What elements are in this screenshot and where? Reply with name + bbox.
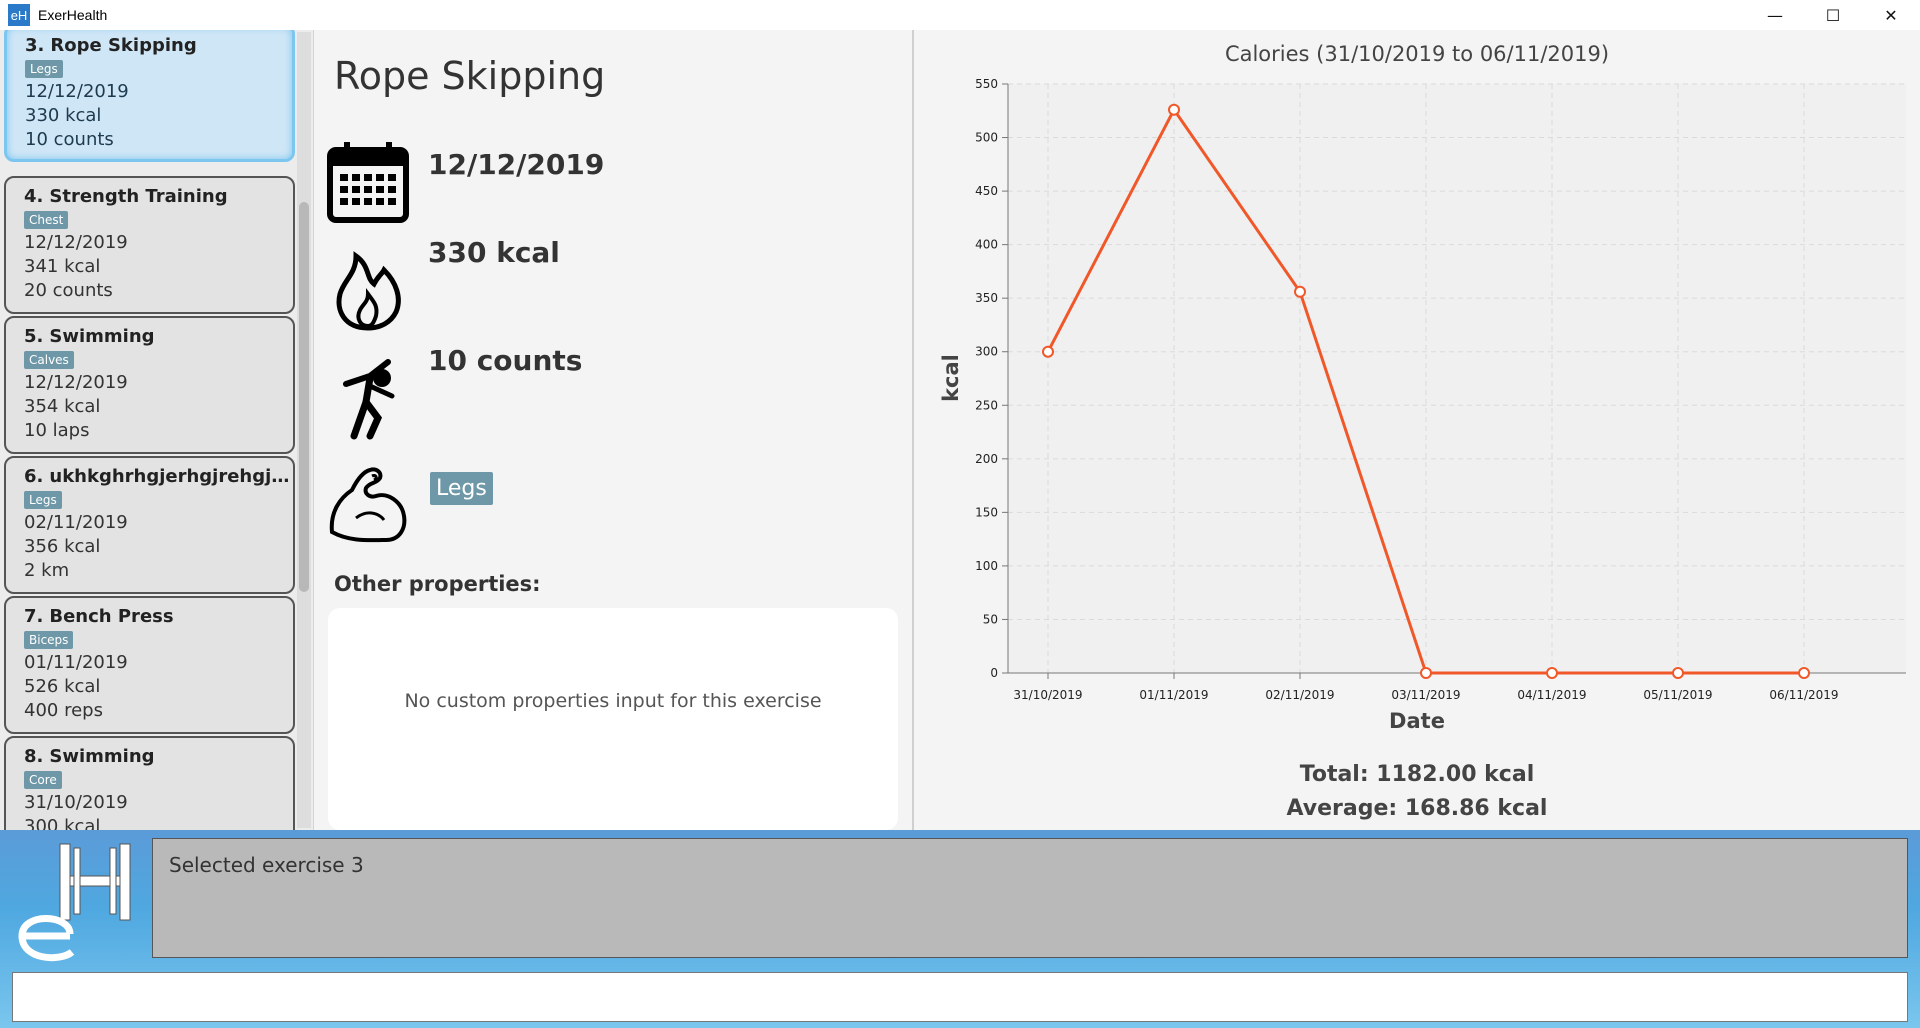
exercise-quantity: 2 km [24, 560, 70, 581]
x-tick-label: 05/11/2019 [1643, 688, 1712, 702]
x-tick-label: 03/11/2019 [1391, 688, 1460, 702]
list-scrollbar[interactable] [297, 32, 311, 828]
exercise-title: 7. Bench Press [24, 606, 174, 627]
exercise-title: 5. Swimming [24, 326, 155, 347]
y-tick-label: 100 [975, 559, 998, 573]
y-tick-label: 0 [990, 666, 998, 680]
exercise-date: 02/11/2019 [24, 512, 128, 533]
y-tick-label: 350 [975, 291, 998, 305]
detail-calories: 330 kcal [428, 236, 560, 269]
maximize-button[interactable]: ☐ [1804, 0, 1862, 30]
minimize-button[interactable]: — [1746, 0, 1804, 30]
y-tick-label: 50 [983, 612, 998, 626]
y-tick-label: 450 [975, 184, 998, 198]
data-point [1420, 667, 1432, 679]
exercise-quantity: 20 counts [24, 280, 113, 301]
muscle-tag: Calves [24, 351, 74, 369]
exercise-list[interactable]: 3. Rope Skipping Legs 12/12/2019 330 kcal… [0, 30, 314, 830]
x-tick-label: 04/11/2019 [1517, 688, 1586, 702]
app-icon: eH [8, 4, 30, 26]
exercise-card-6[interactable]: 6. ukhkghrhgjerhgjrehgjrh... Legs 02/11/2… [4, 456, 295, 594]
exercise-card-7[interactable]: 7. Bench Press Biceps 01/11/2019 526 kcal… [4, 596, 295, 734]
muscle-tag: Biceps [24, 631, 74, 649]
close-button[interactable]: ✕ [1862, 0, 1920, 30]
calories-line-chart: 0 50 100 150 200 250 300 350 400 450 500 550 31/10/2… [939, 42, 1906, 733]
x-tick-label: 01/11/2019 [1139, 688, 1208, 702]
command-area: Selected exercise 3 [0, 830, 1920, 1028]
y-tick-label: 400 [975, 238, 998, 252]
other-properties-box: No custom properties input for this exer… [328, 608, 898, 830]
y-tick-label: 200 [975, 452, 998, 466]
y-tick-label: 550 [975, 77, 998, 91]
exercise-calories: 356 kcal [24, 536, 101, 557]
x-axis-label: Date [1389, 709, 1445, 733]
exercise-date: 12/12/2019 [24, 372, 128, 393]
x-tick-label: 02/11/2019 [1265, 688, 1334, 702]
exercise-card-8[interactable]: 8. Swimming Core 31/10/2019 300 kcal [4, 736, 295, 830]
exercise-calories: 341 kcal [24, 256, 101, 277]
flexed-arm-icon [329, 467, 407, 543]
exercise-quantity: 10 laps [24, 420, 90, 441]
exercise-title: 3. Rope Skipping [25, 35, 197, 56]
muscle-tag: Legs [24, 491, 62, 509]
calendar-icon [327, 142, 409, 223]
result-display: Selected exercise 3 [152, 838, 1908, 958]
exercise-title: 8. Swimming [24, 746, 155, 767]
y-tick-label: 500 [975, 131, 998, 145]
other-properties-label: Other properties: [334, 572, 541, 596]
exercise-calories: 300 kcal [24, 816, 101, 830]
exercise-quantity: 10 counts [25, 129, 114, 150]
chart-total: Total: 1182.00 kcal [1299, 762, 1535, 787]
exercise-date: 31/10/2019 [24, 792, 128, 813]
exercise-quantity: 400 reps [24, 700, 103, 721]
data-point [1798, 667, 1810, 679]
exercise-title: 6. ukhkghrhgjerhgjrehgjrh... [24, 466, 294, 487]
calories-chart-panel: 0 50 100 150 200 250 300 350 400 450 500 550 31/10/2… [914, 30, 1920, 830]
window-title: ExerHealth [38, 7, 108, 23]
title-bar: eH ExerHealth — ☐ ✕ [0, 0, 1920, 30]
scroll-thumb[interactable] [299, 202, 309, 592]
muscle-tag: Core [24, 771, 62, 789]
x-tick-label: 06/11/2019 [1769, 688, 1838, 702]
exercise-date: 12/12/2019 [25, 81, 129, 102]
x-tick-label: 31/10/2019 [1013, 688, 1082, 702]
chart-title: Calories (31/10/2019 to 06/11/2019) [1225, 42, 1609, 66]
data-point [1042, 345, 1054, 358]
muscle-tag: Legs [25, 60, 63, 78]
exercise-calories: 354 kcal [24, 396, 101, 417]
stretching-person-icon [343, 359, 395, 440]
data-point [1546, 667, 1558, 679]
muscle-tag: Chest [24, 211, 69, 229]
detail-date: 12/12/2019 [428, 148, 605, 181]
exercise-card-3[interactable]: 3. Rope Skipping Legs 12/12/2019 330 kcal… [4, 30, 295, 162]
y-axis-label: kcal [939, 354, 963, 402]
chart-average: Average: 168.86 kcal [1286, 796, 1548, 821]
exercise-card-5[interactable]: 5. Swimming Calves 12/12/2019 354 kcal 10… [4, 316, 295, 454]
command-input[interactable] [12, 972, 1908, 1022]
no-properties-message: No custom properties input for this exer… [404, 690, 822, 712]
exerhealth-logo [18, 843, 131, 962]
detail-muscle-tag: Legs [430, 472, 493, 505]
exercise-date: 12/12/2019 [24, 232, 128, 253]
detail-quantity: 10 counts [428, 344, 583, 377]
detail-title: Rope Skipping [334, 54, 606, 98]
exercise-card-4[interactable]: 4. Strength Training Chest 12/12/2019 341… [4, 176, 295, 314]
data-point [1294, 285, 1306, 298]
data-point [1672, 667, 1684, 679]
flame-icon [336, 251, 401, 331]
exercise-title: 4. Strength Training [24, 186, 228, 207]
exercise-calories: 526 kcal [24, 676, 101, 697]
window-controls: — ☐ ✕ [1746, 0, 1920, 30]
exercise-date: 01/11/2019 [24, 652, 128, 673]
y-tick-label: 300 [975, 345, 998, 359]
data-point [1168, 103, 1180, 116]
y-tick-label: 250 [975, 398, 998, 412]
exercise-detail-panel: Rope Skipping 12/12/2019 330 kcal 10 cou… [314, 30, 914, 830]
exercise-calories: 330 kcal [25, 105, 102, 126]
y-tick-label: 150 [975, 505, 998, 519]
